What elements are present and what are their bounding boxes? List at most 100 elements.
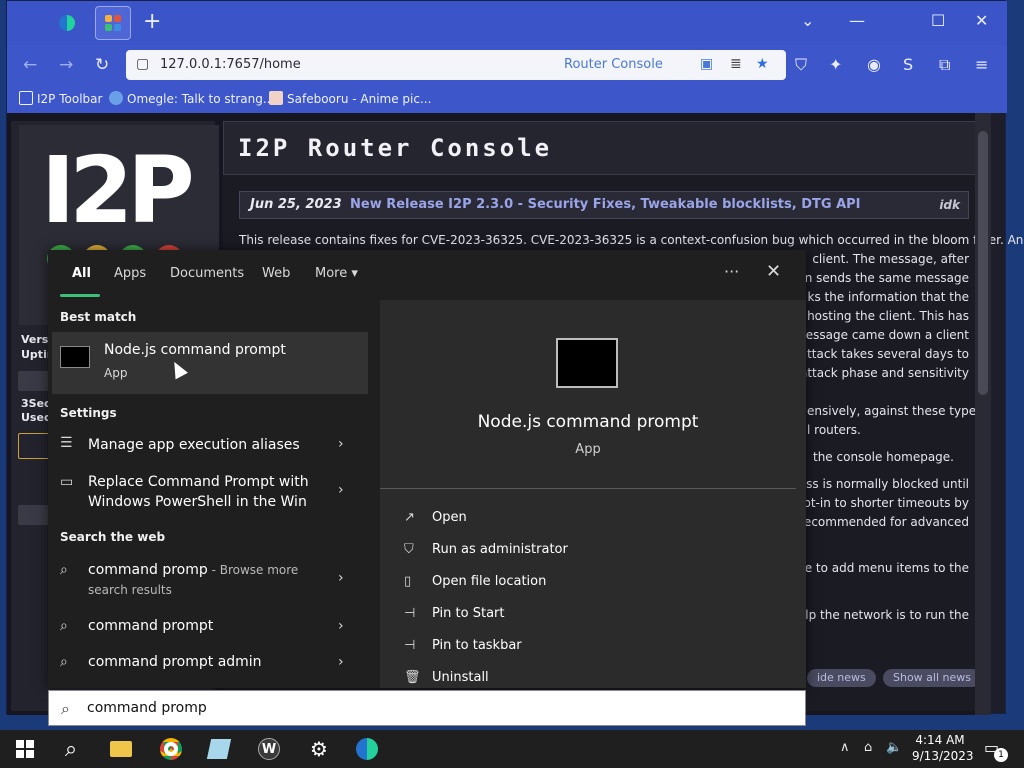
bookmark-star-icon[interactable]: ★ <box>756 56 769 72</box>
best-match-item[interactable]: Node.js command prompt App <box>52 332 368 394</box>
file-icon: ▯ <box>404 574 412 589</box>
scrollbar-thumb[interactable] <box>978 131 988 395</box>
notepad-icon[interactable] <box>206 736 232 762</box>
action-label: Pin to Start <box>432 606 505 621</box>
action-uninstall[interactable]: 🗑 Uninstall <box>400 670 780 688</box>
bookmark-omegle[interactable]: Omegle: Talk to strang... <box>109 91 274 106</box>
news-line: ess is normally blocked until <box>798 477 969 491</box>
settings-item-powershell[interactable]: ▭ Replace Command Prompt with Windows Po… <box>48 470 364 516</box>
url-text: 127.0.0.1:7657/home <box>160 57 301 72</box>
shield-icon[interactable]: ⛉ <box>795 55 807 75</box>
tab-list-chevron-icon[interactable]: ⌄ <box>801 11 814 30</box>
settings-item-label: Manage app execution aliases <box>88 437 300 453</box>
tab-all[interactable]: All <box>72 266 91 281</box>
maximize-button[interactable]: ☐ <box>931 11 945 30</box>
taskbar: ⌕ W ⚙ ∧ ⌂ 🔈 4:14 AM 9/13/2023 ▭ 1 <box>0 730 1024 768</box>
search-box[interactable]: ⌕ <box>48 690 806 726</box>
shield-admin-icon: ⛉ <box>404 542 414 557</box>
action-run-as-admin[interactable]: ⛉ Run as administrator <box>400 542 780 566</box>
bookmark-label: Omegle: Talk to strang... <box>127 92 275 106</box>
best-match-type: App <box>104 366 128 380</box>
list-settings-icon: ☰ <box>60 435 73 451</box>
tab-more[interactable]: More ▾ <box>315 266 358 281</box>
tray-expand-icon[interactable]: ∧ <box>840 740 850 755</box>
extension-sparkle-icon[interactable]: ✦ <box>829 55 842 74</box>
page-label: Router Console <box>564 57 663 72</box>
news-line: e to add menu items to the <box>804 561 969 575</box>
tab-documents[interactable]: Documents <box>170 266 244 281</box>
chevron-right-icon[interactable]: › <box>338 654 344 670</box>
action-label: Run as administrator <box>432 542 568 557</box>
network-icon[interactable]: ⌂ <box>864 740 872 755</box>
nav-bar: ← → ↻ ▢ 127.0.0.1:7657/home Router Conso… <box>7 45 1007 85</box>
chevron-right-icon[interactable]: › <box>338 618 344 634</box>
reader-view-icon[interactable]: ≣ <box>730 56 742 72</box>
tab-apps[interactable]: Apps <box>114 266 146 281</box>
chevron-right-icon[interactable]: › <box>338 436 344 452</box>
folder-icon <box>19 91 33 105</box>
close-window-button[interactable]: ✕ <box>975 11 988 30</box>
search-filter-tabs: All Apps Documents Web More ▾ ··· ✕ <box>48 250 806 300</box>
settings-item-aliases[interactable]: ☰ Manage app execution aliases › <box>48 430 364 460</box>
bookmarks-bar: I2P Toolbar Omegle: Talk to strang... Sa… <box>7 85 1007 113</box>
search-icon[interactable]: ⌕ <box>58 736 84 762</box>
tab-strip: + ⌄ — ☐ ✕ <box>7 1 1007 45</box>
tab-active-apps[interactable] <box>95 6 131 40</box>
show-all-news-button[interactable]: Show all news <box>883 669 981 687</box>
i2p-app-icon[interactable] <box>354 736 380 762</box>
tab-i2p[interactable] <box>51 7 83 39</box>
action-label: Open file location <box>432 574 547 589</box>
taskbar-clock[interactable]: 4:14 AM 9/13/2023 <box>912 732 974 764</box>
news-first-line: This release contains fixes for CVE-2023… <box>239 233 1024 247</box>
hide-news-button[interactable]: ide news <box>807 669 876 687</box>
news-heading: Jun 25, 2023 New Release I2P 2.3.0 - Sec… <box>239 191 969 219</box>
action-pin-to-start[interactable]: ⊣ Pin to Start <box>400 606 780 630</box>
file-explorer-icon[interactable] <box>108 736 134 762</box>
back-button[interactable]: ← <box>23 55 37 75</box>
extension-s-icon[interactable]: S <box>903 55 913 74</box>
news-title-link[interactable]: New Release I2P 2.3.0 - Security Fixes, … <box>350 197 861 212</box>
web-result-item[interactable]: ⌕ command promp - Browse more search res… <box>48 558 364 602</box>
news-line: ks the information that the <box>807 290 969 304</box>
result-preview-pane: Node.js command prompt App ↗ Open ⛉ Run as… <box>380 300 806 688</box>
action-open[interactable]: ↗ Open <box>400 510 780 534</box>
suitcase-icon[interactable]: ▣ <box>700 56 713 72</box>
action-open-file-location[interactable]: ▯ Open file location <box>400 574 780 598</box>
news-line: hosting the client. This has <box>807 309 969 323</box>
news-line: pt-in to shorter timeouts by <box>803 496 969 510</box>
forward-button[interactable]: → <box>59 55 73 75</box>
w-app-icon[interactable]: W <box>256 736 282 762</box>
more-options-icon[interactable]: ··· <box>724 262 739 281</box>
extensions-puzzle-icon[interactable]: ⧉ <box>939 55 950 75</box>
search-input[interactable] <box>87 697 787 719</box>
reload-button[interactable]: ↻ <box>95 55 109 75</box>
settings-header: Settings <box>60 406 117 420</box>
page-scrollbar[interactable] <box>975 113 991 715</box>
news-line: l routers. <box>807 423 861 437</box>
bookmark-label: Safebooru - Anime pic... <box>287 92 432 106</box>
web-result-item[interactable]: ⌕ command prompt › <box>48 614 364 642</box>
news-line: client. The message, after <box>812 252 969 266</box>
bookmark-safebooru[interactable]: Safebooru - Anime pic... <box>269 91 431 106</box>
web-result-item[interactable]: ⌕ command prompt admin › <box>48 650 364 678</box>
trash-icon: 🗑 <box>404 670 421 685</box>
tab-web[interactable]: Web <box>262 266 290 281</box>
bookmark-i2p-toolbar[interactable]: I2P Toolbar <box>19 91 102 106</box>
preview-app-type: App <box>575 442 601 457</box>
chevron-right-icon[interactable]: › <box>338 482 344 498</box>
new-tab-button[interactable]: + <box>143 11 161 33</box>
windows-start-icon[interactable] <box>12 736 38 762</box>
clock-time: 4:14 AM <box>915 733 965 747</box>
volume-icon[interactable]: 🔈 <box>886 740 902 755</box>
close-search-button[interactable]: ✕ <box>766 261 781 282</box>
minimize-button[interactable]: — <box>849 11 865 30</box>
address-bar[interactable]: ▢ 127.0.0.1:7657/home Router Console ▣ ≣… <box>126 50 786 80</box>
apps-grid-icon <box>105 15 121 31</box>
action-pin-to-taskbar[interactable]: ⊣ Pin to taskbar <box>400 638 780 662</box>
chevron-right-icon[interactable]: › <box>338 570 344 586</box>
extension-globe-icon[interactable]: ◉ <box>867 55 881 74</box>
news-line: attack phase and sensitivity <box>799 366 969 380</box>
menu-hamburger-icon[interactable]: ≡ <box>975 55 988 74</box>
settings-gear-icon[interactable]: ⚙ <box>306 736 332 762</box>
chrome-icon[interactable] <box>158 736 184 762</box>
